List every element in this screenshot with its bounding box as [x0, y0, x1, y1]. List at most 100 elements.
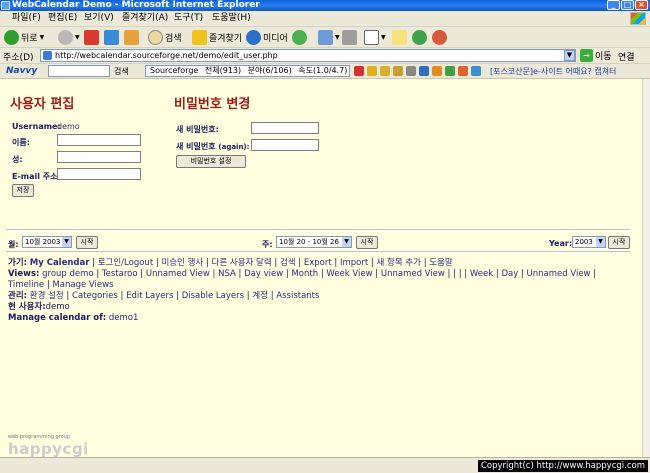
last-name-label: 성:: [12, 155, 23, 164]
links-button[interactable]: 연결: [618, 50, 635, 63]
week-go-button[interactable]: 시작: [356, 236, 378, 249]
set-password-button[interactable]: 비밀번호 설정: [176, 155, 246, 168]
discuss-button[interactable]: [392, 29, 407, 46]
vertical-scrollbar[interactable]: [642, 79, 650, 457]
naver-mobile-icon[interactable]: [406, 66, 416, 76]
media-button[interactable]: 미디어: [246, 29, 288, 46]
back-button[interactable]: 뒤로 ▼: [4, 29, 44, 46]
search-link[interactable]: 검색: [280, 258, 296, 268]
new-password-input[interactable]: [251, 122, 319, 134]
last-name-input[interactable]: [57, 151, 141, 163]
print-button[interactable]: [342, 29, 357, 46]
naver-promo-link[interactable]: [포스코산문]e-사이트 어때요? 캡쳐터: [490, 66, 616, 77]
current-user-label: 현 사용자:: [8, 302, 46, 312]
minimize-icon[interactable]: _: [607, 0, 620, 10]
naver-lock-icon[interactable]: [367, 66, 377, 76]
view-link[interactable]: Day view: [244, 269, 283, 279]
naver-search-button[interactable]: 검색: [114, 66, 129, 77]
chevron-down-icon[interactable]: ▼: [335, 34, 340, 41]
naver-flag-icon[interactable]: [445, 66, 455, 76]
research-icon: [432, 30, 447, 45]
naver-chat-icon[interactable]: [471, 66, 481, 76]
mail-button[interactable]: ▼: [318, 29, 340, 46]
export-link[interactable]: Export: [304, 258, 332, 268]
chevron-down-icon[interactable]: ▼: [40, 34, 45, 41]
menu-file[interactable]: 파일(F): [12, 13, 41, 24]
messenger-button[interactable]: [412, 29, 427, 46]
chevron-down-icon[interactable]: ▼: [75, 34, 80, 41]
stop-button[interactable]: [84, 29, 99, 46]
home-button[interactable]: [124, 29, 139, 46]
naver-search-input[interactable]: [48, 65, 110, 77]
url-input[interactable]: http://webcalendar.sourceforge.net/demo/…: [40, 49, 576, 62]
search-button[interactable]: 검색: [148, 29, 182, 46]
naver-bag-icon[interactable]: [393, 66, 403, 76]
week-select[interactable]: 10월 20 - 10월 26 ▼: [276, 236, 352, 248]
menubar: 파일(F) 편집(E) 보기(V) 즐겨찾기(A) 도구(T) 도움말(H): [0, 11, 650, 27]
view-link[interactable]: NSA: [218, 269, 236, 279]
preferences-link[interactable]: 환경 설정: [30, 291, 64, 301]
history-button[interactable]: [292, 29, 307, 46]
favorites-button[interactable]: 즐겨찾기: [192, 29, 242, 46]
categories-link[interactable]: Categories: [72, 291, 118, 301]
view-link[interactable]: Unnamed View: [146, 269, 210, 279]
view-link[interactable]: Day: [501, 269, 518, 279]
printer-icon: [342, 30, 357, 45]
edit-layers-link[interactable]: Edit Layers: [126, 291, 173, 301]
login-logout-link[interactable]: 로그인/Logout: [98, 258, 153, 268]
email-label: E-mail 주소:: [12, 172, 61, 181]
view-link[interactable]: Unnamed View: [381, 269, 445, 279]
media-label: 미디어: [263, 34, 288, 44]
year-select[interactable]: 2003 ▼: [572, 236, 606, 248]
my-calendar-link[interactable]: My Calendar: [30, 258, 90, 268]
edit-button[interactable]: ▼: [364, 29, 386, 46]
chevron-down-icon[interactable]: ▼: [381, 34, 386, 41]
change-password-heading: 비밀번호 변경: [174, 97, 251, 112]
menu-help[interactable]: 도움말(H): [212, 13, 251, 24]
view-link[interactable]: Week View: [326, 269, 372, 279]
view-link[interactable]: Week: [470, 269, 493, 279]
password-again-input[interactable]: [251, 139, 319, 151]
unapproved-events-link[interactable]: 미승인 행사: [161, 258, 203, 268]
naver-red-icon[interactable]: [354, 66, 364, 76]
email-input[interactable]: [57, 168, 141, 180]
go-button[interactable]: → 이동: [580, 49, 612, 62]
assistants-link[interactable]: Assistants: [276, 291, 319, 301]
menu-favorites[interactable]: 즐겨찾기(A): [122, 13, 168, 24]
forward-button[interactable]: ▼: [58, 29, 80, 46]
year-go-button[interactable]: 시작: [608, 236, 630, 249]
view-link[interactable]: Timeline: [8, 280, 44, 290]
manage-views-link[interactable]: Manage Views: [52, 280, 113, 290]
add-entry-link[interactable]: 새 항목 추가: [377, 258, 422, 268]
chevron-down-icon: ▼: [596, 237, 605, 247]
month-select[interactable]: 10월 2003 ▼: [22, 236, 72, 248]
address-dropdown-icon[interactable]: ▼: [564, 50, 575, 61]
maximize-icon[interactable]: □: [621, 0, 634, 10]
account-link[interactable]: 계정: [252, 291, 268, 301]
save-button[interactable]: 저장: [12, 184, 34, 197]
menu-tools[interactable]: 도구(T): [174, 13, 203, 24]
month-go-button[interactable]: 시작: [76, 236, 98, 249]
logo-text: happycgi: [8, 440, 89, 457]
naver-bell-icon[interactable]: [458, 66, 468, 76]
disable-layers-link[interactable]: Disable Layers: [182, 291, 244, 301]
view-link[interactable]: Testaroo: [102, 269, 138, 279]
refresh-button[interactable]: [104, 29, 119, 46]
menu-view[interactable]: 보기(V): [84, 13, 114, 24]
naver-folder-icon[interactable]: [380, 66, 390, 76]
first-name-input[interactable]: [57, 134, 141, 146]
help-link[interactable]: 도움말: [429, 258, 452, 268]
import-link[interactable]: Import: [340, 258, 368, 268]
close-icon[interactable]: ×: [635, 0, 648, 10]
naver-doc-icon[interactable]: [419, 66, 429, 76]
naver-clip-icon[interactable]: [432, 66, 442, 76]
menu-edit[interactable]: 편집(E): [48, 13, 77, 24]
naver-logo[interactable]: Navvy: [6, 66, 37, 76]
note-icon: [392, 30, 407, 45]
other-user-calendar-link[interactable]: 다른 사용자 달력: [212, 258, 272, 268]
view-link[interactable]: group demo: [42, 269, 94, 279]
view-link[interactable]: Month: [291, 269, 318, 279]
research-button[interactable]: [432, 29, 447, 46]
manage-calendar-value[interactable]: demo1: [109, 313, 139, 323]
view-link[interactable]: Unnamed View: [527, 269, 591, 279]
